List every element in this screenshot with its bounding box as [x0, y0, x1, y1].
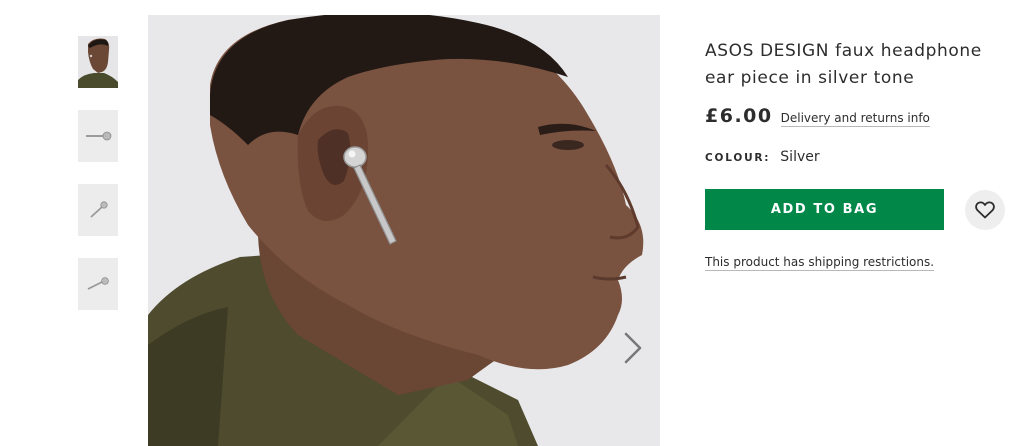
product-page: ASOS DESIGN faux headphone ear piece in …	[0, 0, 1026, 446]
thumbnail-earpiece-angle[interactable]	[78, 184, 118, 236]
save-for-later-button[interactable]	[965, 189, 1005, 230]
shipping-restrictions-link[interactable]: This product has shipping restrictions.	[705, 255, 935, 271]
main-product-image	[148, 15, 660, 446]
product-price: £6.00	[705, 105, 773, 127]
thumbnail-earpiece-flat[interactable]	[78, 258, 118, 310]
add-to-bag-button[interactable]: ADD TO BAG	[705, 189, 944, 230]
thumbnail-model[interactable]	[78, 36, 118, 88]
price-row: £6.00 Delivery and returns info	[705, 105, 1005, 127]
colour-label: COLOUR:	[705, 152, 771, 164]
heart-icon	[975, 201, 995, 218]
product-details: ASOS DESIGN faux headphone ear piece in …	[705, 38, 1005, 271]
product-title: ASOS DESIGN faux headphone ear piece in …	[705, 41, 982, 88]
colour-row: COLOUR: Silver	[705, 149, 1005, 165]
thumbnail-strip	[78, 36, 118, 332]
colour-value: Silver	[780, 149, 820, 165]
next-image-button[interactable]	[616, 328, 650, 368]
delivery-returns-link[interactable]: Delivery and returns info	[780, 111, 930, 127]
thumbnail-earpiece-side[interactable]	[78, 110, 118, 162]
bag-row: ADD TO BAG	[705, 189, 1005, 230]
chevron-right-icon	[624, 332, 642, 364]
